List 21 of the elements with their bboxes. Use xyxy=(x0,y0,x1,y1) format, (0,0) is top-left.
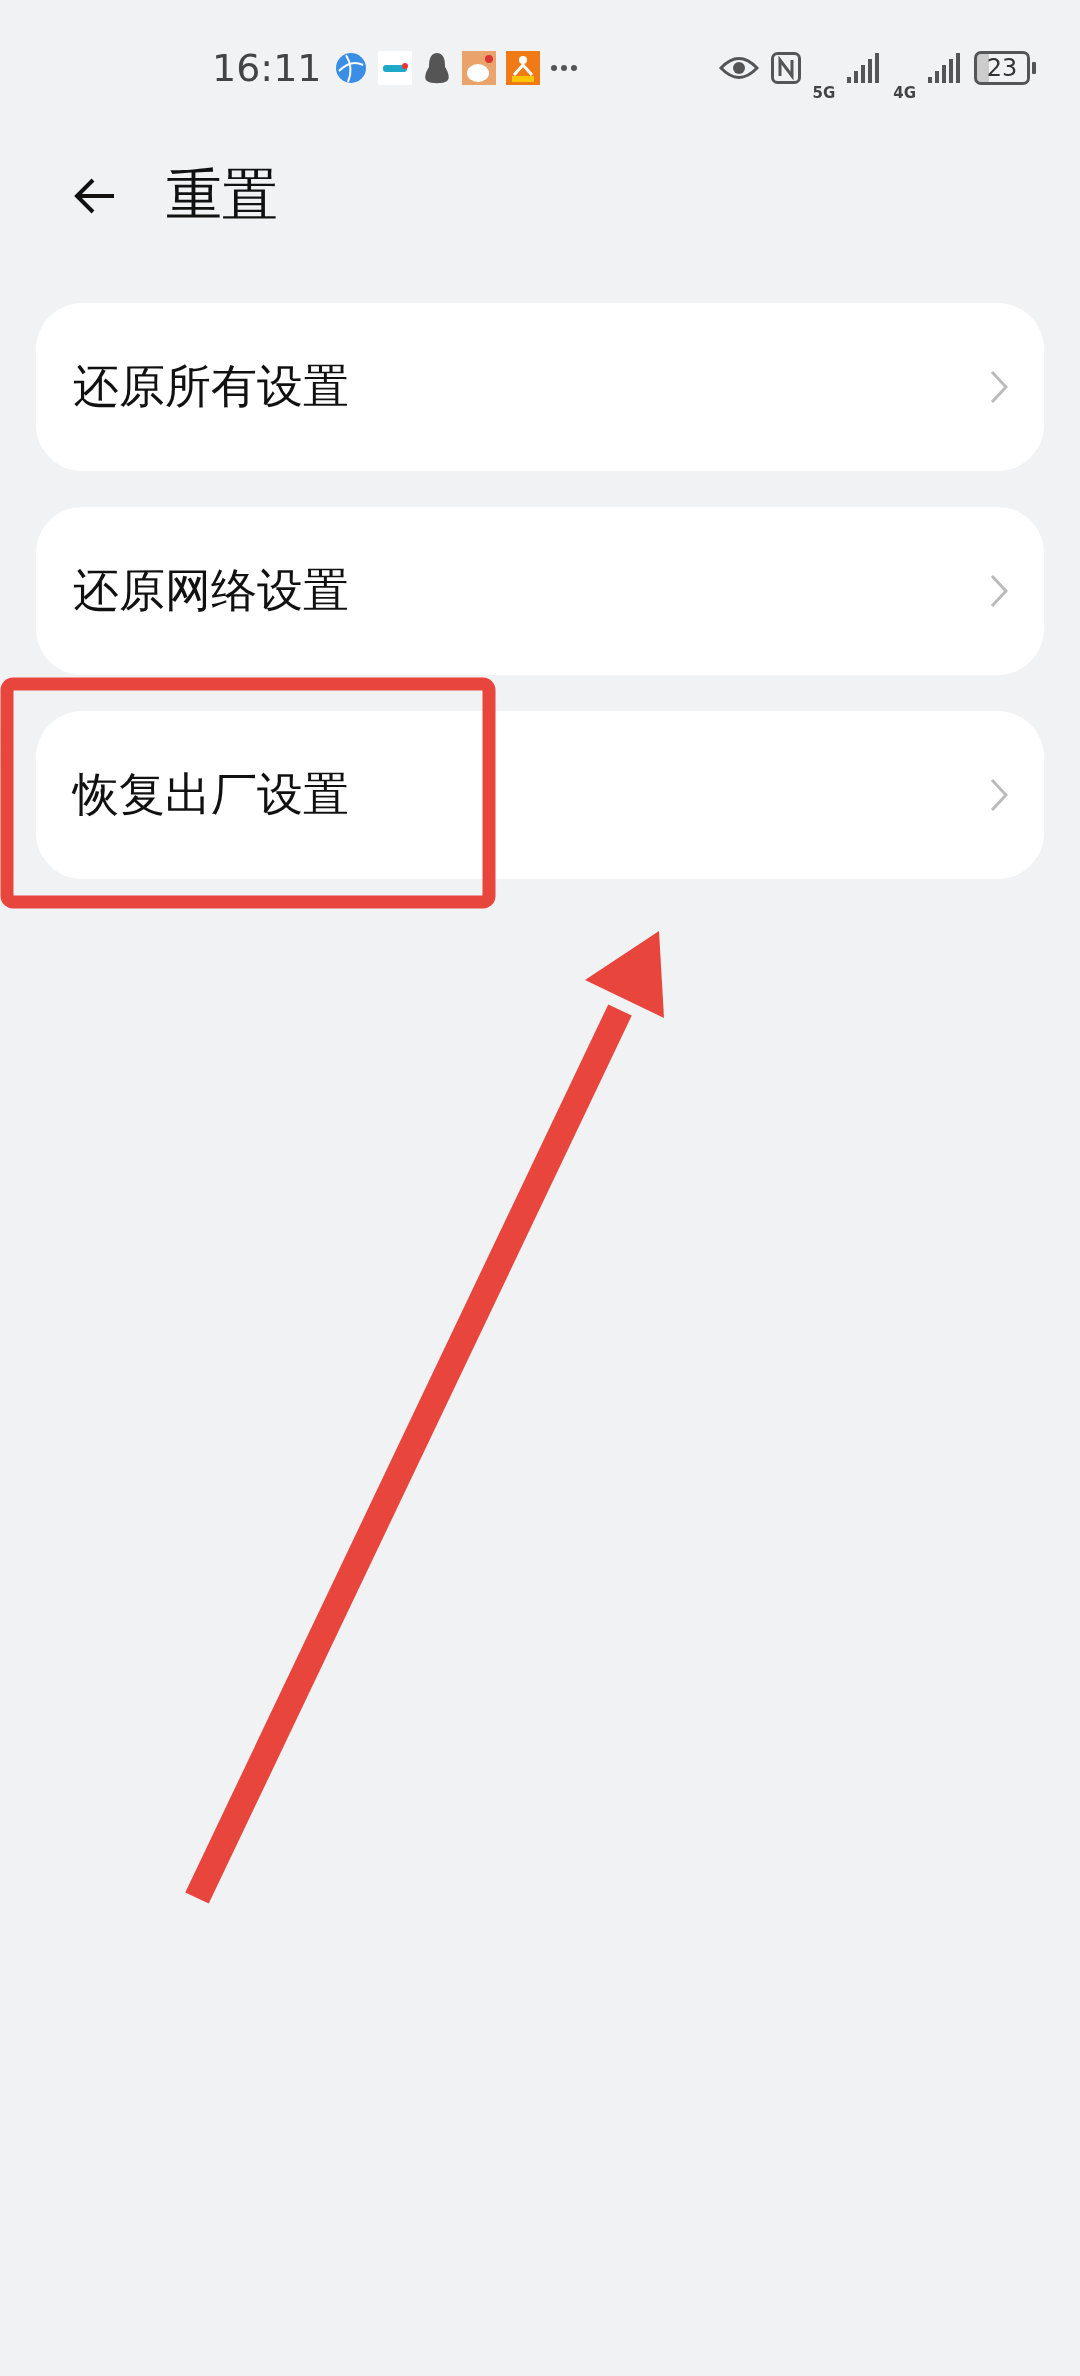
signal-icon xyxy=(847,53,882,83)
signal-icon xyxy=(928,53,962,83)
settings-item[interactable]: 还原网络设置 xyxy=(36,507,1044,675)
chevron-right-icon xyxy=(990,778,1008,812)
eye-icon xyxy=(718,55,759,81)
nfc-icon xyxy=(770,52,801,84)
chevron-right-icon xyxy=(990,370,1008,404)
battery-indicator: 23 xyxy=(974,51,1030,85)
app-icon xyxy=(461,51,496,85)
settings-item[interactable]: 还原所有设置 xyxy=(36,303,1044,471)
settings-item[interactable]: 恢复出厂设置 xyxy=(36,711,1044,879)
back-icon[interactable] xyxy=(74,178,116,214)
globe-app-icon xyxy=(333,51,368,85)
network-label: 4G xyxy=(893,84,916,102)
page-title: 重置 xyxy=(166,161,278,229)
status-time: 16:11 xyxy=(212,46,322,90)
app-icon xyxy=(505,51,540,85)
more-icon xyxy=(549,64,578,72)
network-label: 5G xyxy=(812,84,836,102)
app-icon xyxy=(377,51,412,85)
chevron-right-icon xyxy=(990,574,1008,608)
